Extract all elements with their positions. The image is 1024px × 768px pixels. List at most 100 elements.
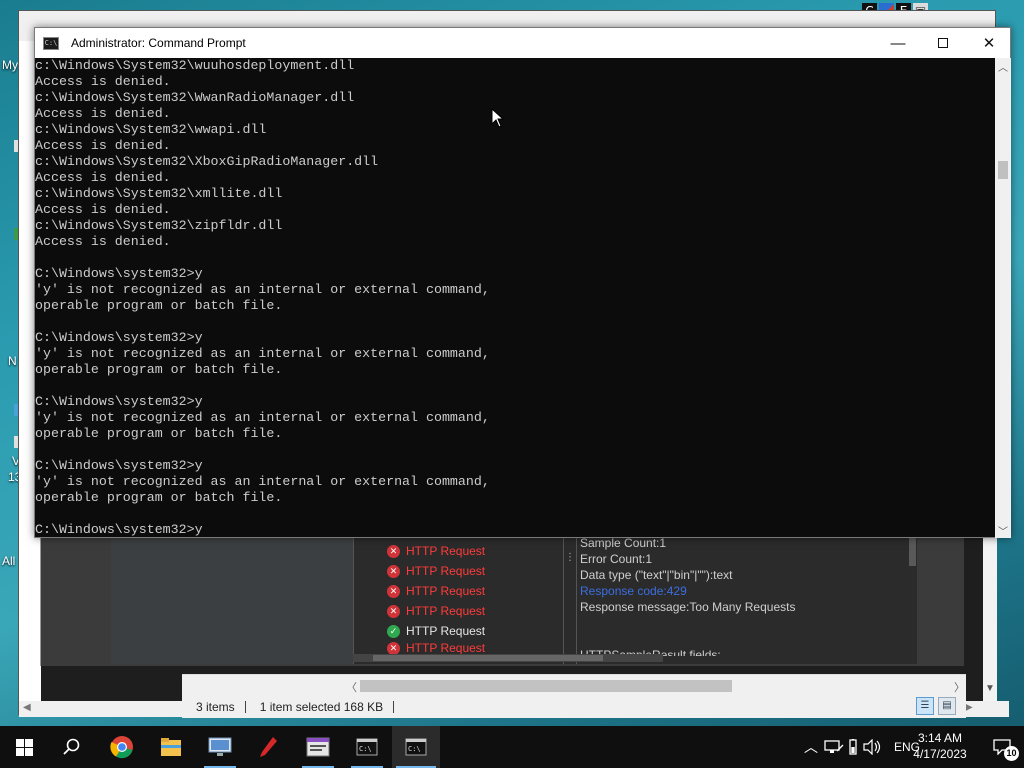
cmd-app-icon[interactable]: C:\: [43, 36, 59, 50]
chevron-right-icon[interactable]: ▶: [965, 702, 973, 713]
scrollbar-thumb[interactable]: [373, 655, 603, 661]
detail-line: Error Count:1: [580, 552, 653, 566]
error-shield-icon: ✕: [387, 604, 400, 618]
response-code-link[interactable]: Response code:429: [580, 584, 687, 598]
taskbar-cmd-active[interactable]: C:\: [392, 726, 440, 768]
chevron-up-icon[interactable]: ︿: [998, 59, 1008, 74]
tree-item-label: HTTP Request: [406, 624, 486, 638]
tree-item-label: HTTP Request: [406, 604, 486, 618]
sampler-result-detail: Sample Count:1 Error Count:1 Data type (…: [577, 536, 907, 664]
console-scrollbar[interactable]: ︿ ﹀: [995, 58, 1011, 538]
network-icon[interactable]: [822, 739, 844, 755]
battery-icon[interactable]: [844, 739, 862, 755]
chrome-icon: [110, 736, 133, 759]
tree-item[interactable]: ✓ HTTP Request: [387, 621, 485, 641]
chevron-down-icon[interactable]: ﹀: [998, 523, 1008, 538]
console-line: Access is denied.: [35, 234, 171, 249]
tree-horizontal-scrollbar[interactable]: [353, 654, 663, 662]
console-line: operable program or batch file.: [35, 490, 283, 505]
explorer-status-bar: 3 items 1 item selected 168 KB: [182, 696, 966, 718]
cmd-titlebar[interactable]: C:\ Administrator: Command Prompt — ✕: [35, 28, 1010, 58]
notification-center-button[interactable]: 10: [980, 726, 1024, 768]
start-button[interactable]: [0, 726, 48, 768]
tree-item-label: HTTP Request: [406, 564, 486, 578]
file-explorer-icon: [161, 738, 181, 756]
splitter-handle[interactable]: ⋮: [563, 536, 577, 664]
explorer-horizontal-scrollbar[interactable]: 〈 〉: [182, 674, 966, 696]
clock-time: 3:14 AM: [917, 731, 963, 745]
view-toggle: ☰ ▤: [916, 697, 956, 715]
success-shield-icon: ✓: [387, 624, 400, 638]
console-line: Access is denied.: [35, 202, 171, 217]
detail-scrollbar[interactable]: [907, 536, 917, 664]
error-shield-icon: ✕: [387, 564, 400, 578]
volume-icon[interactable]: [862, 739, 884, 755]
taskbar-jmeter[interactable]: [294, 726, 342, 768]
tree-item[interactable]: ✕ HTTP Request: [387, 561, 485, 581]
scrollbar-thumb[interactable]: [360, 680, 732, 692]
console-line: Access is denied.: [35, 74, 171, 89]
console-output[interactable]: c:\Windows\System32\wuuhosdeployment.dll…: [35, 58, 995, 538]
minimize-button[interactable]: —: [875, 28, 921, 58]
tree-item-label: HTTP Request: [406, 584, 486, 598]
search-button[interactable]: [48, 726, 96, 768]
console-line: C:\Windows\system32>y: [35, 330, 203, 345]
tree-item[interactable]: ✕ HTTP Request: [387, 581, 485, 601]
chevron-left-icon[interactable]: 〈: [346, 679, 357, 695]
taskbar-remote-desktop[interactable]: [196, 726, 244, 768]
console-line: c:\Windows\System32\wuuhosdeployment.dll: [35, 58, 355, 73]
error-shield-icon: ✕: [387, 544, 400, 558]
console-line: 'y' is not recognized as an internal or …: [35, 346, 490, 361]
chevron-left-icon[interactable]: ◀: [23, 702, 31, 713]
cmd-icon: C:\: [356, 738, 378, 756]
taskbar-file-explorer[interactable]: [147, 726, 195, 768]
console-line: Access is denied.: [35, 106, 171, 121]
jmeter-results-tree: ✕ HTTP Request ✕ HTTP Request ✕ HTTP Req…: [353, 536, 563, 664]
maximize-icon: [938, 38, 948, 48]
jmeter-panel: ✕ HTTP Request ✕ HTTP Request ✕ HTTP Req…: [40, 536, 964, 666]
chevron-down-icon[interactable]: ▼: [985, 683, 995, 694]
tree-item[interactable]: ✕ HTTP Request: [387, 541, 485, 561]
taskbar-chrome[interactable]: [98, 726, 146, 768]
chevron-right-icon[interactable]: 〉: [954, 679, 965, 695]
desktop-label-n[interactable]: N: [8, 354, 17, 368]
detail-line: Data type ("text"|"bin"|""):text: [580, 568, 733, 582]
svg-text:C:\: C:\: [359, 745, 372, 753]
console-line: c:\Windows\System32\XboxGipRadioManager.…: [35, 154, 379, 169]
console-line: 'y' is not recognized as an internal or …: [35, 282, 490, 297]
console-line: c:\Windows\System32\zipfldr.dll: [35, 218, 283, 233]
clock[interactable]: 3:14 AM 4/17/2023: [904, 730, 976, 762]
tree-item-label: HTTP Request: [406, 544, 486, 558]
details-view-icon[interactable]: ☰: [916, 697, 934, 715]
large-icons-view-icon[interactable]: ▤: [938, 697, 956, 715]
tree-item[interactable]: ✕ HTTP Request: [387, 641, 485, 655]
console-line: c:\Windows\System32\xmllite.dll: [35, 186, 283, 201]
detail-line: Sample Count:1: [580, 536, 667, 550]
search-icon: [63, 738, 80, 755]
console-line: C:\Windows\system32>y: [35, 394, 203, 409]
maximize-button[interactable]: [920, 28, 966, 58]
scrollbar-thumb[interactable]: [909, 538, 916, 566]
detail-line: Response message:Too Many Requests: [580, 600, 796, 614]
desktop-label-my[interactable]: My: [2, 58, 18, 72]
console-line: C:\Windows\system32>y: [35, 266, 203, 281]
taskbar-pen-app[interactable]: [245, 726, 293, 768]
chevron-up-icon[interactable]: ︿: [800, 737, 822, 757]
tree-item[interactable]: ✕ HTTP Request: [387, 601, 485, 621]
taskbar-cmd[interactable]: C:\: [343, 726, 391, 768]
status-selected: 1 item selected 168 KB: [246, 701, 395, 713]
system-tray: ︿ ENG: [800, 726, 920, 768]
notification-count-badge: 10: [1004, 746, 1019, 761]
scrollbar-thumb[interactable]: [998, 161, 1008, 179]
error-shield-icon: ✕: [387, 584, 400, 598]
console-line: 'y' is not recognized as an internal or …: [35, 410, 490, 425]
clock-date: 4/17/2023: [913, 747, 967, 761]
close-button[interactable]: ✕: [966, 28, 1012, 58]
desktop-label-all[interactable]: All: [2, 554, 15, 568]
cmd-icon-active: C:\: [405, 738, 427, 756]
console-line: Access is denied.: [35, 170, 171, 185]
